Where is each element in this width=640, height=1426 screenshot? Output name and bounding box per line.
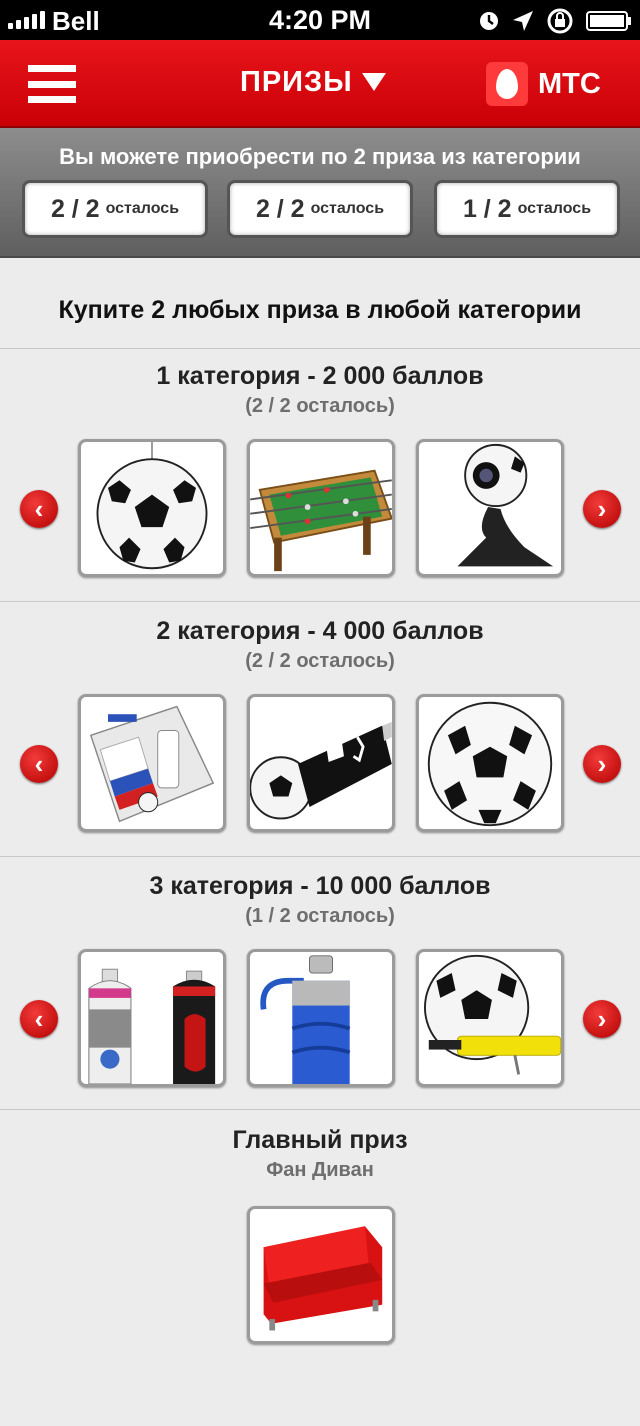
logo-text: МТС <box>538 67 601 100</box>
mts-logo: МТС <box>486 62 601 106</box>
main-prize-title: Главный приз <box>232 1126 408 1154</box>
quota-label: осталось <box>517 200 592 217</box>
quota-title: Вы можете приобрести по 2 приза из катег… <box>59 144 581 169</box>
quota-label: осталось <box>105 200 180 217</box>
mts-egg-icon <box>486 62 528 106</box>
quota-panel: Вы можете приобрести по 2 приза из катег… <box>0 128 640 258</box>
prize-red-sofa[interactable] <box>247 1206 395 1344</box>
prize-foosball-table[interactable] <box>247 439 395 577</box>
category-remaining: (1 / 2 осталось) <box>245 905 395 927</box>
divider <box>0 601 640 602</box>
prize-water-bottle[interactable] <box>247 949 395 1087</box>
quota-box-1: 2 / 2 осталось <box>22 180 208 238</box>
category-title: 1 категория - 2 000 баллов <box>156 362 484 390</box>
category-remaining: (2 / 2 осталось) <box>245 395 395 417</box>
divider <box>0 1109 640 1110</box>
prize-ball-with-pump[interactable] <box>416 949 564 1087</box>
prev-arrow-icon[interactable]: ‹ <box>20 1000 58 1038</box>
divider <box>0 856 640 857</box>
quota-value: 2 / 2 <box>50 194 100 223</box>
alarm-icon <box>480 12 498 30</box>
menu-icon[interactable] <box>28 65 76 103</box>
page-title[interactable]: ПРИЗЫ <box>240 66 353 99</box>
next-arrow-icon[interactable]: › <box>583 490 621 528</box>
app-header: ПРИЗЫ МТС <box>0 40 640 128</box>
next-arrow-icon[interactable]: › <box>583 1000 621 1038</box>
location-icon <box>513 11 533 31</box>
quota-value: 1 / 2 <box>462 194 512 223</box>
status-bar: Bell 4:20 PM <box>0 0 640 40</box>
quota-value: 2 / 2 <box>255 194 305 223</box>
quota-box-2: 2 / 2 осталось <box>227 180 413 238</box>
divider <box>0 348 640 349</box>
quota-box-3: 1 / 2 осталось <box>434 180 620 238</box>
battery-icon <box>586 11 631 31</box>
prev-arrow-icon[interactable]: ‹ <box>20 490 58 528</box>
category-title: 3 категория - 10 000 баллов <box>149 872 491 900</box>
prev-arrow-icon[interactable]: ‹ <box>20 745 58 783</box>
rotation-lock-icon <box>547 8 573 34</box>
prize-soccer-webcam[interactable] <box>416 439 564 577</box>
main-prize-name: Фан Диван <box>266 1159 374 1181</box>
prize-spray-cans[interactable] <box>78 949 226 1087</box>
dropdown-caret-icon[interactable] <box>362 73 386 91</box>
intro-text: Купите 2 любых приза в любой категории <box>58 296 582 324</box>
category-remaining: (2 / 2 осталось) <box>245 650 395 672</box>
prize-adidas-ball[interactable] <box>416 694 564 832</box>
quota-label: осталось <box>310 200 385 217</box>
prize-usb-flash-box[interactable] <box>78 694 226 832</box>
next-arrow-icon[interactable]: › <box>583 745 621 783</box>
category-title: 2 категория - 4 000 баллов <box>156 617 484 645</box>
prize-soccer-lamp[interactable] <box>78 439 226 577</box>
prize-usb-flash-soccer[interactable] <box>247 694 395 832</box>
